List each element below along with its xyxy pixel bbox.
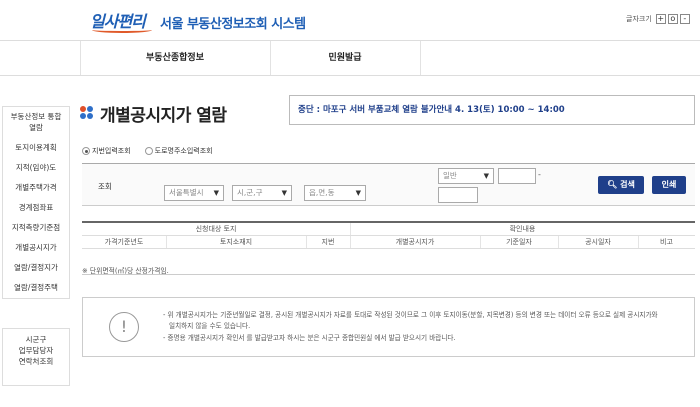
- info-notice-box: ! - 위 개별공시지가는 기준년월일로 결정, 공시된 개별공시지가 자료를 …: [82, 297, 695, 357]
- sigungu-select[interactable]: 시,군,구 ▼: [232, 185, 292, 201]
- sidebar-item-label: 부동산정보 통합: [10, 112, 62, 121]
- chevron-down-icon: ▼: [281, 189, 287, 197]
- exclamation-icon: !: [109, 312, 139, 342]
- page-title: 개별공시지가 열람: [100, 106, 227, 126]
- column-header: 공시일자: [585, 238, 611, 246]
- radio-jibun[interactable]: 지번입력조회: [82, 146, 131, 156]
- nav-item-real-estate-info[interactable]: 부동산종합정보: [80, 41, 270, 75]
- column-header: 토지소재지: [219, 238, 253, 246]
- radio-selected-icon: [82, 147, 90, 155]
- column-header: 지번: [321, 238, 335, 246]
- land-type-select-value: 일반: [443, 171, 457, 180]
- eupmyeondong-select-value: 읍,면,동: [309, 188, 335, 197]
- contact-line: 업무담당자: [18, 346, 54, 355]
- search-mode-radios: 지번입력조회 도로명주소입력조회: [82, 146, 213, 156]
- land-type-select[interactable]: 일반 ▼: [438, 168, 494, 184]
- chevron-down-icon: ▼: [483, 172, 489, 180]
- sidebar-item-house-price[interactable]: 개별주택가격: [3, 178, 69, 198]
- radio-label: 지번입력조회: [92, 147, 131, 155]
- chevron-down-icon: ▼: [213, 189, 219, 197]
- sidebar-item-land-use-plan[interactable]: 토지이용계획: [3, 138, 69, 158]
- nav-divider: [420, 41, 421, 75]
- sido-select-value: 서울특별시: [169, 188, 204, 197]
- radio-unselected-icon: [144, 147, 153, 155]
- sidebar-item-boundary-coords[interactable]: 경계점좌표: [3, 198, 69, 218]
- sidebar-item-land-price[interactable]: 개별공시지가: [3, 238, 69, 258]
- radio-road-address[interactable]: 도로명주소입력조회: [144, 146, 213, 156]
- results-table: 신청대상 토지 확인내용 가격기준년도 토지소재지 지번 개별공시지가 기준일자…: [82, 221, 695, 275]
- main-number-input[interactable]: [498, 168, 536, 184]
- group-header-target-land: 신청대상 토지: [195, 225, 237, 233]
- font-size-reset-button[interactable]: o: [667, 14, 678, 24]
- sidebar-item-decided-house-price[interactable]: 열람/결정주택: [3, 278, 69, 298]
- search-icon: 🔍︎: [607, 180, 618, 189]
- sidebar-item-decided-land-price[interactable]: 열람/결정지가: [3, 258, 69, 278]
- sido-select[interactable]: 서울특별시 ▼: [164, 185, 224, 201]
- search-button[interactable]: 🔍︎ 검색: [598, 176, 644, 194]
- font-size-minus-button[interactable]: -: [679, 14, 690, 24]
- sigungu-select-value: 시,군,구: [237, 188, 263, 197]
- site-title[interactable]: 서울 부동산정보조회 시스템: [160, 13, 306, 32]
- main-nav: 부동산종합정보 민원발급: [0, 40, 700, 76]
- sidebar: 부동산정보 통합 열람 토지이용계획 지적(임야)도 개별주택가격 경계점좌표 …: [2, 106, 70, 299]
- radio-label: 도로명주소입력조회: [154, 147, 213, 155]
- font-size-label: 글자크기: [626, 15, 652, 23]
- sidebar-contact-lookup[interactable]: 시군구 업무담당자 연락처조회: [2, 328, 70, 386]
- table-group-header: 신청대상 토지 확인내용: [82, 223, 695, 236]
- info-text: - 증명용 개별공시지가 확인서 를 발급받고자 하시는 분은 시군구 종합민원…: [163, 334, 456, 342]
- nav-item-civil-issue[interactable]: 민원발급: [270, 41, 420, 75]
- column-header: 가격기준년도: [104, 238, 144, 246]
- logo-swoosh: [92, 27, 152, 33]
- info-text: - 위 개별공시지가는 기준년월일로 결정, 공시된 개별공시지가 자료를 토대…: [163, 311, 658, 319]
- font-size-control: 글자크기 + o -: [626, 14, 690, 24]
- table-header-row: 가격기준년도 토지소재지 지번 개별공시지가 기준일자 공시일자 비고: [82, 236, 695, 249]
- column-header: 비고: [660, 238, 673, 246]
- number-dash: -: [538, 170, 541, 179]
- print-button[interactable]: 인쇄: [652, 176, 686, 194]
- font-size-plus-button[interactable]: +: [655, 14, 666, 24]
- info-text: 일치하지 않을 수도 있습니다.: [169, 322, 251, 330]
- contact-line: 시군구: [25, 335, 47, 344]
- column-header: 개별공시지가: [395, 238, 435, 246]
- header: 일사편리 서울 부동산정보조회 시스템 글자크기 + o -: [0, 0, 700, 40]
- search-label: 조회: [98, 182, 112, 191]
- sidebar-item-cadastral-map[interactable]: 지적(임야)도: [3, 158, 69, 178]
- service-notice: 중단 : 마포구 서버 부품교체 열람 불가안내 4. 13(토) 10:00 …: [289, 95, 695, 125]
- group-header-confirmation: 확인내용: [509, 225, 536, 233]
- sidebar-item-integrated-view[interactable]: 부동산정보 통합 열람: [3, 107, 69, 138]
- search-panel: 조회 서울특별시 ▼ 시,군,구 ▼ 읍,면,동 ▼ 일반 ▼ - 🔍︎ 검색 …: [82, 163, 695, 206]
- table-empty-row: [82, 249, 695, 275]
- sidebar-item-survey-points[interactable]: 지적측량기준점: [3, 218, 69, 238]
- contact-line: 연락처조회: [18, 357, 54, 366]
- search-button-label: 검색: [620, 180, 635, 189]
- chevron-down-icon: ▼: [355, 189, 361, 197]
- unit-note: ※ 단위면적(㎡)당 산정가격임.: [82, 267, 169, 275]
- column-header: 기준일자: [506, 238, 532, 246]
- sub-number-input[interactable]: [438, 187, 478, 203]
- sidebar-item-label: 열람: [29, 123, 43, 132]
- title-dots-icon: [80, 106, 94, 120]
- eupmyeondong-select[interactable]: 읍,면,동 ▼: [304, 185, 366, 201]
